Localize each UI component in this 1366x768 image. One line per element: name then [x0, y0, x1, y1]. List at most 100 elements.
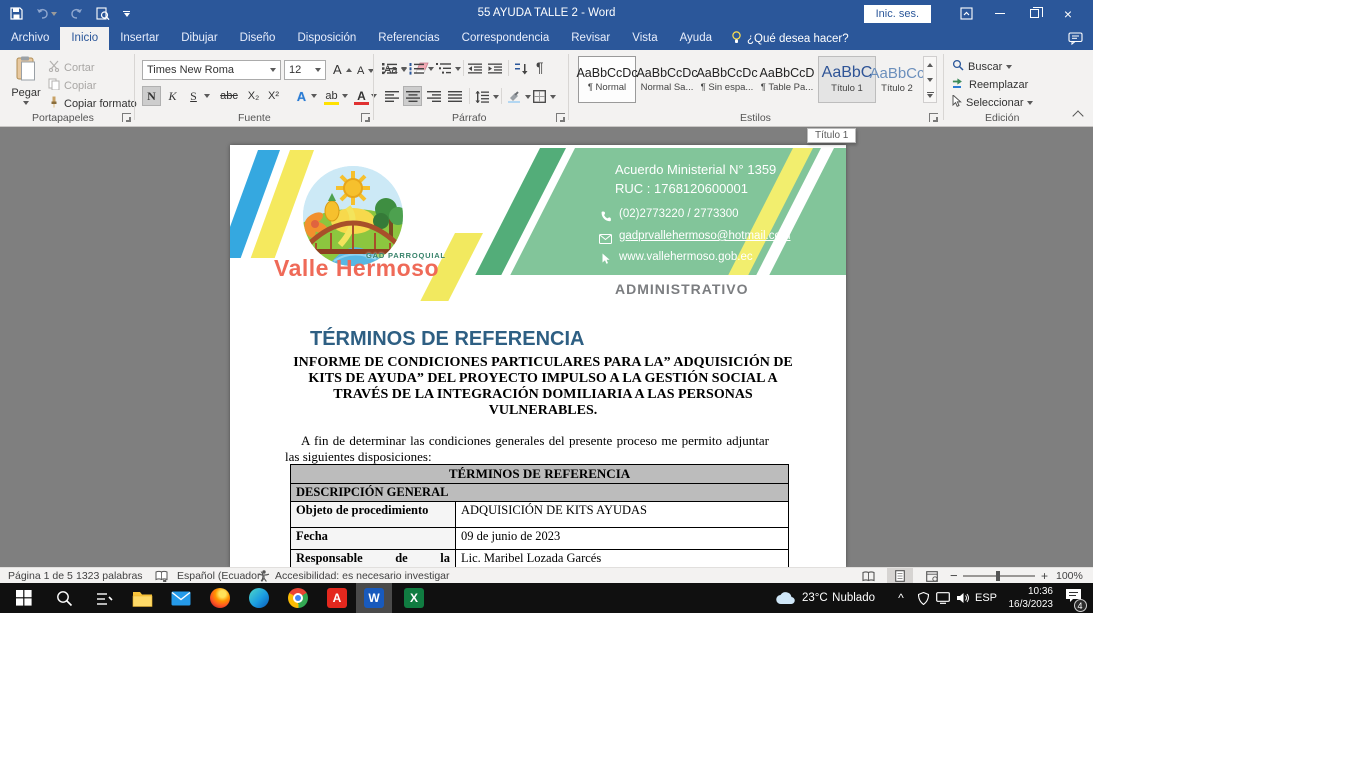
- format-painter-button[interactable]: Copiar formato: [48, 95, 137, 112]
- word-icon[interactable]: W: [356, 583, 392, 613]
- page-indicator[interactable]: Página 1 de 5: [8, 568, 73, 584]
- word-count[interactable]: 1323 palabras: [76, 568, 143, 584]
- shading-button[interactable]: [507, 88, 531, 105]
- font-color-button[interactable]: A: [352, 86, 371, 106]
- tab-dibujar[interactable]: Dibujar: [170, 27, 228, 50]
- align-right-button[interactable]: [424, 86, 443, 106]
- tray-expand-icon[interactable]: ^: [893, 583, 909, 613]
- underline-button[interactable]: S: [184, 86, 203, 106]
- grow-font-button[interactable]: A: [333, 61, 352, 78]
- text-effects-dropdown-icon[interactable]: [311, 94, 317, 98]
- tab-inicio[interactable]: Inicio: [60, 27, 109, 50]
- search-icon[interactable]: [46, 583, 82, 613]
- zoom-level[interactable]: 100%: [1056, 568, 1083, 584]
- acrobat-icon[interactable]: A: [319, 583, 355, 613]
- mail-icon[interactable]: [163, 583, 199, 613]
- font-size-combo[interactable]: 12: [284, 60, 326, 80]
- increase-indent-button[interactable]: [488, 60, 502, 77]
- sign-in-button[interactable]: Inic. ses.: [864, 5, 931, 23]
- clipboard-dialog-launcher-icon[interactable]: [122, 113, 131, 122]
- ribbon-display-options-icon[interactable]: [949, 0, 983, 27]
- show-marks-button[interactable]: ¶: [536, 58, 544, 75]
- zoom-slider-thumb[interactable]: [996, 571, 1000, 581]
- clock[interactable]: 10:36 16/3/2023: [995, 585, 1053, 611]
- subscript-button[interactable]: X₂: [244, 86, 263, 106]
- tab-correspondencia[interactable]: Correspondencia: [451, 27, 561, 50]
- paste-button[interactable]: Pegar: [8, 56, 44, 112]
- zoom-in-button[interactable]: +: [1041, 568, 1048, 584]
- zoom-out-button[interactable]: −: [950, 568, 958, 584]
- notification-center-icon[interactable]: 4: [1060, 583, 1086, 613]
- align-center-button[interactable]: [403, 86, 422, 106]
- styles-scroll-down-icon[interactable]: [924, 72, 936, 87]
- tab-ayuda[interactable]: Ayuda: [669, 27, 723, 50]
- strikethrough-button[interactable]: abc: [216, 86, 242, 106]
- minimize-button[interactable]: [983, 0, 1017, 27]
- accessibility-status[interactable]: Accesibilidad: es necesario investigar: [275, 568, 450, 584]
- style-normal[interactable]: AaBbCcDc ¶ Normal: [578, 56, 636, 103]
- font-dialog-launcher-icon[interactable]: [361, 113, 370, 122]
- network-icon[interactable]: [933, 583, 953, 613]
- select-button[interactable]: Seleccionar: [952, 94, 1033, 111]
- file-explorer-icon[interactable]: [124, 583, 160, 613]
- task-list-icon[interactable]: [86, 583, 122, 613]
- font-color-dropdown-icon[interactable]: [371, 94, 377, 98]
- multilevel-list-button[interactable]: [436, 60, 461, 77]
- numbering-button[interactable]: [409, 60, 434, 77]
- tab-revisar[interactable]: Revisar: [560, 27, 621, 50]
- bullets-button[interactable]: [382, 60, 407, 77]
- align-left-button[interactable]: [382, 86, 401, 106]
- start-button[interactable]: [6, 583, 42, 613]
- edge-icon[interactable]: [241, 583, 277, 613]
- print-layout-button[interactable]: [887, 568, 913, 584]
- highlight-button[interactable]: ab: [322, 86, 341, 106]
- bold-button[interactable]: N: [142, 86, 161, 106]
- tab-archivo[interactable]: Archivo: [0, 27, 60, 50]
- highlight-dropdown-icon[interactable]: [342, 94, 348, 98]
- language-indicator[interactable]: Español (Ecuador): [177, 568, 264, 584]
- styles-more-icon[interactable]: [924, 87, 936, 102]
- style-titulo-1[interactable]: AaBbC Título 1: [818, 56, 876, 103]
- underline-dropdown-icon[interactable]: [204, 94, 210, 98]
- styles-scroll-up-icon[interactable]: [924, 57, 936, 72]
- sort-button[interactable]: [514, 60, 528, 77]
- document-page[interactable]: GAD PARROQUIAL Valle Hermoso Acuerdo Min…: [230, 145, 846, 567]
- weather-label[interactable]: 23°C Nublado: [802, 583, 875, 613]
- style-normal-sa[interactable]: AaBbCcDc Normal Sa...: [638, 56, 696, 103]
- styles-dialog-launcher-icon[interactable]: [929, 113, 938, 122]
- feedback-icon[interactable]: [1068, 27, 1083, 50]
- text-effects-button[interactable]: A: [292, 86, 311, 106]
- shrink-font-button[interactable]: A: [357, 62, 374, 79]
- superscript-button[interactable]: X²: [264, 86, 283, 106]
- excel-icon[interactable]: X: [396, 583, 432, 613]
- tab-vista[interactable]: Vista: [621, 27, 668, 50]
- tab-insertar[interactable]: Insertar: [109, 27, 170, 50]
- style-table-paragraph[interactable]: AaBbCcD ¶ Table Pa...: [758, 56, 816, 103]
- decrease-indent-button[interactable]: [468, 60, 482, 77]
- tab-disposicion[interactable]: Disposición: [286, 27, 367, 50]
- italic-button[interactable]: K: [163, 86, 182, 106]
- replace-button[interactable]: Reemplazar: [952, 76, 1028, 93]
- paragraph-dialog-launcher-icon[interactable]: [556, 113, 565, 122]
- style-titulo-2[interactable]: AaBbCc Título 2: [872, 56, 922, 103]
- tell-me-box[interactable]: ¿Qué desea hacer?: [723, 27, 857, 50]
- tab-referencias[interactable]: Referencias: [367, 27, 450, 50]
- style-sin-espaciado[interactable]: AaBbCcDc ¶ Sin espa...: [698, 56, 756, 103]
- collapse-ribbon-icon[interactable]: [1072, 110, 1083, 121]
- security-shield-icon[interactable]: [914, 583, 932, 613]
- chrome-icon[interactable]: [280, 583, 316, 613]
- close-button[interactable]: ×: [1051, 0, 1085, 27]
- tab-diseno[interactable]: Diseño: [229, 27, 287, 50]
- font-name-combo[interactable]: Times New Roma: [142, 60, 281, 80]
- restore-button[interactable]: [1017, 0, 1051, 27]
- find-button[interactable]: Buscar: [952, 58, 1012, 75]
- weather-icon[interactable]: [774, 583, 798, 613]
- firefox-icon[interactable]: [202, 583, 238, 613]
- read-mode-button[interactable]: [855, 568, 881, 584]
- line-spacing-button[interactable]: [475, 88, 499, 105]
- borders-button[interactable]: [533, 88, 556, 105]
- web-layout-button[interactable]: [919, 568, 945, 584]
- styles-scrollbar[interactable]: [923, 56, 937, 103]
- volume-icon[interactable]: [953, 583, 973, 613]
- justify-button[interactable]: [445, 86, 464, 106]
